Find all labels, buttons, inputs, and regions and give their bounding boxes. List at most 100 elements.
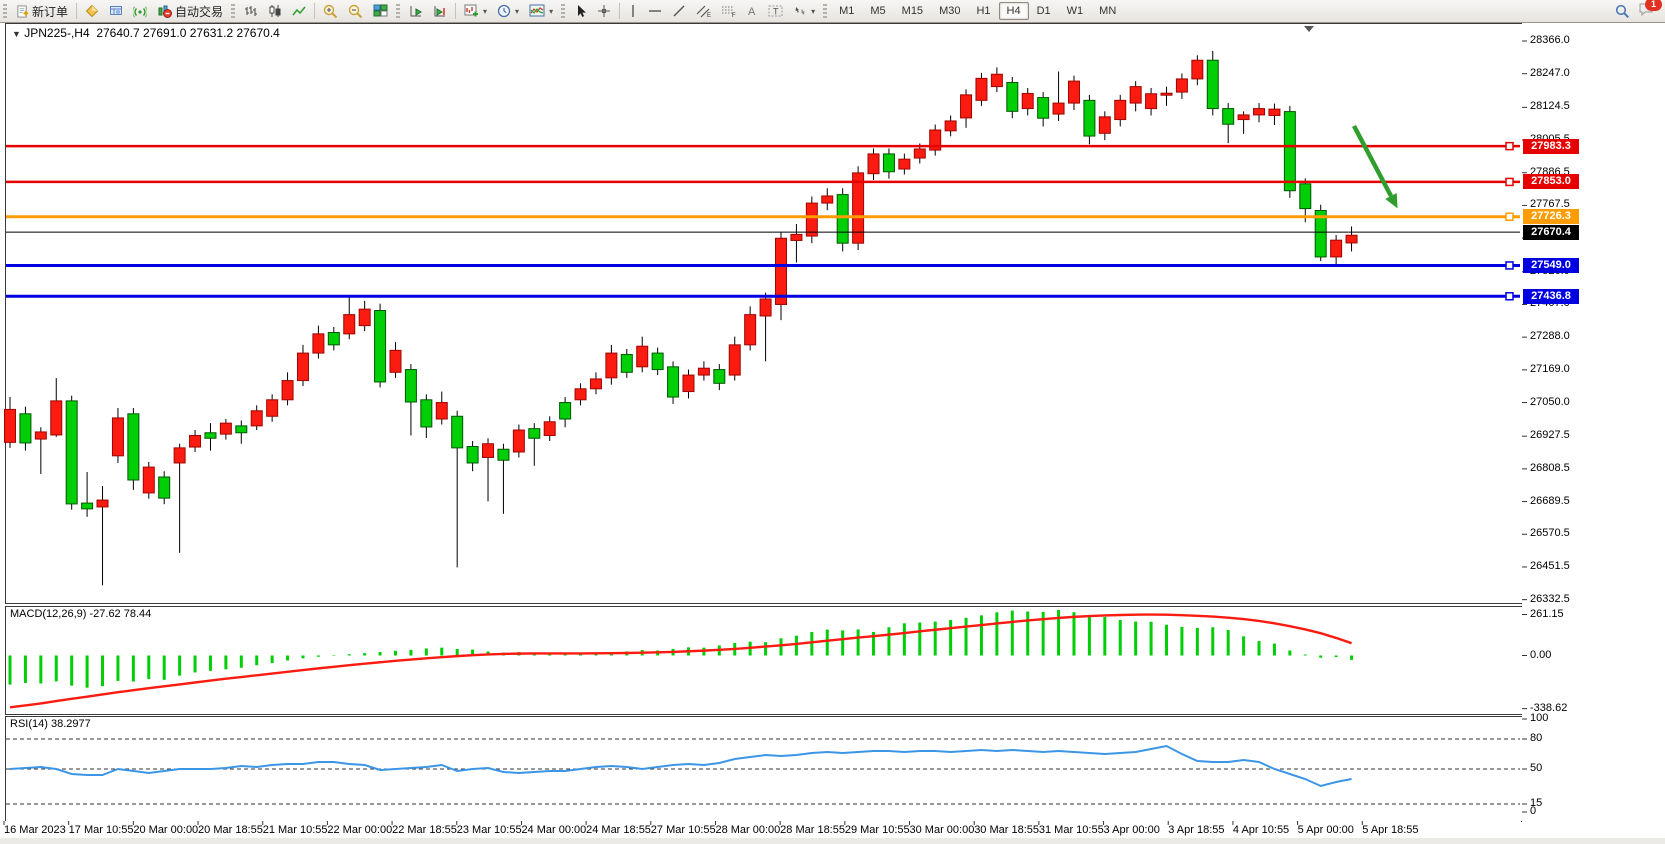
crosshair-icon	[597, 4, 611, 18]
timeframe-button-M5[interactable]: M5	[862, 2, 893, 20]
signals-button[interactable]	[128, 1, 152, 21]
auto-trading-button[interactable]: 自动交易	[152, 1, 228, 21]
zoom-in-button[interactable]	[318, 1, 343, 21]
svg-text:E: E	[707, 13, 711, 18]
timeframe-button-W1[interactable]: W1	[1059, 2, 1092, 20]
text-label-icon: T	[768, 4, 783, 18]
trendline-icon	[672, 4, 686, 18]
rsi-pane[interactable]	[5, 716, 1523, 822]
rsi-name: RSI(14)	[10, 718, 48, 730]
timeframe-button-D1[interactable]: D1	[1029, 2, 1059, 20]
svg-text:F: F	[732, 13, 736, 18]
toolbar-separator	[76, 3, 77, 19]
crosshair-tool-button[interactable]	[592, 1, 616, 21]
new-order-icon	[16, 5, 29, 18]
macd-values: -27.62 78.44	[89, 608, 151, 620]
text-tool-button[interactable]: A	[741, 1, 763, 21]
toolbar-grip	[396, 4, 400, 19]
svg-text:A: A	[748, 6, 756, 18]
channel-tool-button[interactable]: E	[691, 1, 716, 21]
fibonacci-tool-button[interactable]: F	[716, 1, 741, 21]
zoom-out-icon	[348, 4, 363, 19]
bar-chart-mode-button[interactable]	[239, 1, 263, 21]
zoom-out-button[interactable]	[343, 1, 368, 21]
tile-windows-icon	[373, 4, 388, 18]
cursor-tool-button[interactable]	[569, 1, 592, 21]
timeframe-button-M30[interactable]: M30	[931, 2, 968, 20]
horizontal-line-tool-button[interactable]	[643, 1, 667, 21]
toolbar-grip	[231, 4, 235, 19]
navigator-button[interactable]	[104, 1, 128, 21]
tile-windows-button[interactable]	[368, 1, 393, 21]
notification-badge: 1	[1645, 0, 1662, 11]
dropdown-caret-icon: ▾	[515, 7, 519, 16]
signals-icon	[133, 4, 147, 18]
trendline-tool-button[interactable]	[667, 1, 691, 21]
timeframe-button-M1[interactable]: M1	[831, 2, 862, 20]
collapse-triangle-icon[interactable]: ▼	[12, 29, 21, 39]
market-watch-icon	[85, 4, 99, 18]
timeframe-button-M15[interactable]: M15	[894, 2, 931, 20]
new-chart-icon	[464, 4, 479, 18]
chart-shift-button[interactable]	[428, 1, 452, 21]
dropdown-caret-icon: ▾	[549, 7, 553, 16]
template-icon	[529, 4, 545, 18]
dropdown-caret-icon: ▾	[811, 7, 815, 16]
chart-symbol-period: JPN225-,H4	[24, 26, 89, 40]
rsi-value: 38.2977	[51, 718, 91, 730]
timeframe-group: M1M5M15M30H1H4D1W1MN	[831, 2, 1124, 20]
zoom-in-icon	[323, 4, 338, 19]
navigator-icon	[109, 4, 123, 18]
macd-name: MACD(12,26,9)	[10, 608, 86, 620]
main-chart-pane[interactable]	[5, 23, 1523, 604]
arrows-icon	[793, 4, 807, 18]
periods-button[interactable]: ▾	[492, 1, 524, 21]
main-toolbar: 新订单 自动交易	[0, 0, 1665, 23]
candlestick-mode-button[interactable]	[263, 1, 287, 21]
horizontal-line-icon	[648, 6, 662, 16]
new-order-button[interactable]: 新订单	[11, 1, 73, 21]
auto-trading-icon	[157, 4, 172, 18]
fibonacci-icon: F	[721, 4, 736, 18]
macd-pane[interactable]	[5, 606, 1523, 715]
x-axis[interactable]	[5, 821, 1521, 838]
chart-ohlc-quotes: 27640.7 27691.0 27631.2 27670.4	[96, 26, 280, 40]
dropdown-caret-icon: ▾	[483, 7, 487, 16]
new-chart-button[interactable]: ▾	[459, 1, 492, 21]
timeframe-button-MN[interactable]: MN	[1091, 2, 1124, 20]
toolbar-grip	[823, 4, 827, 19]
vertical-line-icon	[628, 4, 638, 18]
vertical-line-tool-button[interactable]	[623, 1, 643, 21]
auto-trading-label: 自动交易	[175, 3, 223, 20]
cursor-icon	[574, 4, 587, 18]
toolbar-separator	[314, 3, 315, 19]
price-axis[interactable]	[1522, 23, 1665, 838]
toolbar-separator	[619, 3, 620, 19]
toolbar-grip	[561, 4, 565, 19]
timeframe-button-H4[interactable]: H4	[999, 2, 1029, 20]
macd-indicator-label: MACD(12,26,9) -27.62 78.44	[10, 608, 151, 620]
arrows-tool-button[interactable]: ▾	[788, 1, 820, 21]
candlestick-chart-icon	[268, 4, 282, 18]
search-icon[interactable]	[1615, 4, 1630, 19]
chart-title: ▼ JPN225-,H4 27640.7 27691.0 27631.2 276…	[12, 26, 280, 40]
toolbar-grip	[3, 4, 7, 19]
svg-text:T: T	[773, 7, 779, 17]
toolbar-separator	[455, 3, 456, 19]
line-chart-icon	[292, 4, 306, 18]
timeframe-button-H1[interactable]: H1	[968, 2, 998, 20]
new-order-label: 新订单	[32, 3, 68, 20]
text-label-tool-button[interactable]: T	[763, 1, 788, 21]
notifications-button[interactable]: 1	[1638, 2, 1655, 20]
bottom-strip	[0, 838, 1665, 844]
bar-chart-icon	[244, 4, 258, 18]
equidistant-channel-icon: E	[696, 4, 711, 18]
clock-icon	[497, 4, 511, 18]
auto-scroll-button[interactable]	[404, 1, 428, 21]
market-watch-button[interactable]	[80, 1, 104, 21]
template-button[interactable]: ▾	[524, 1, 558, 21]
text-icon: A	[746, 4, 758, 18]
auto-scroll-icon	[409, 4, 423, 18]
line-chart-mode-button[interactable]	[287, 1, 311, 21]
chart-shift-icon	[433, 4, 447, 18]
